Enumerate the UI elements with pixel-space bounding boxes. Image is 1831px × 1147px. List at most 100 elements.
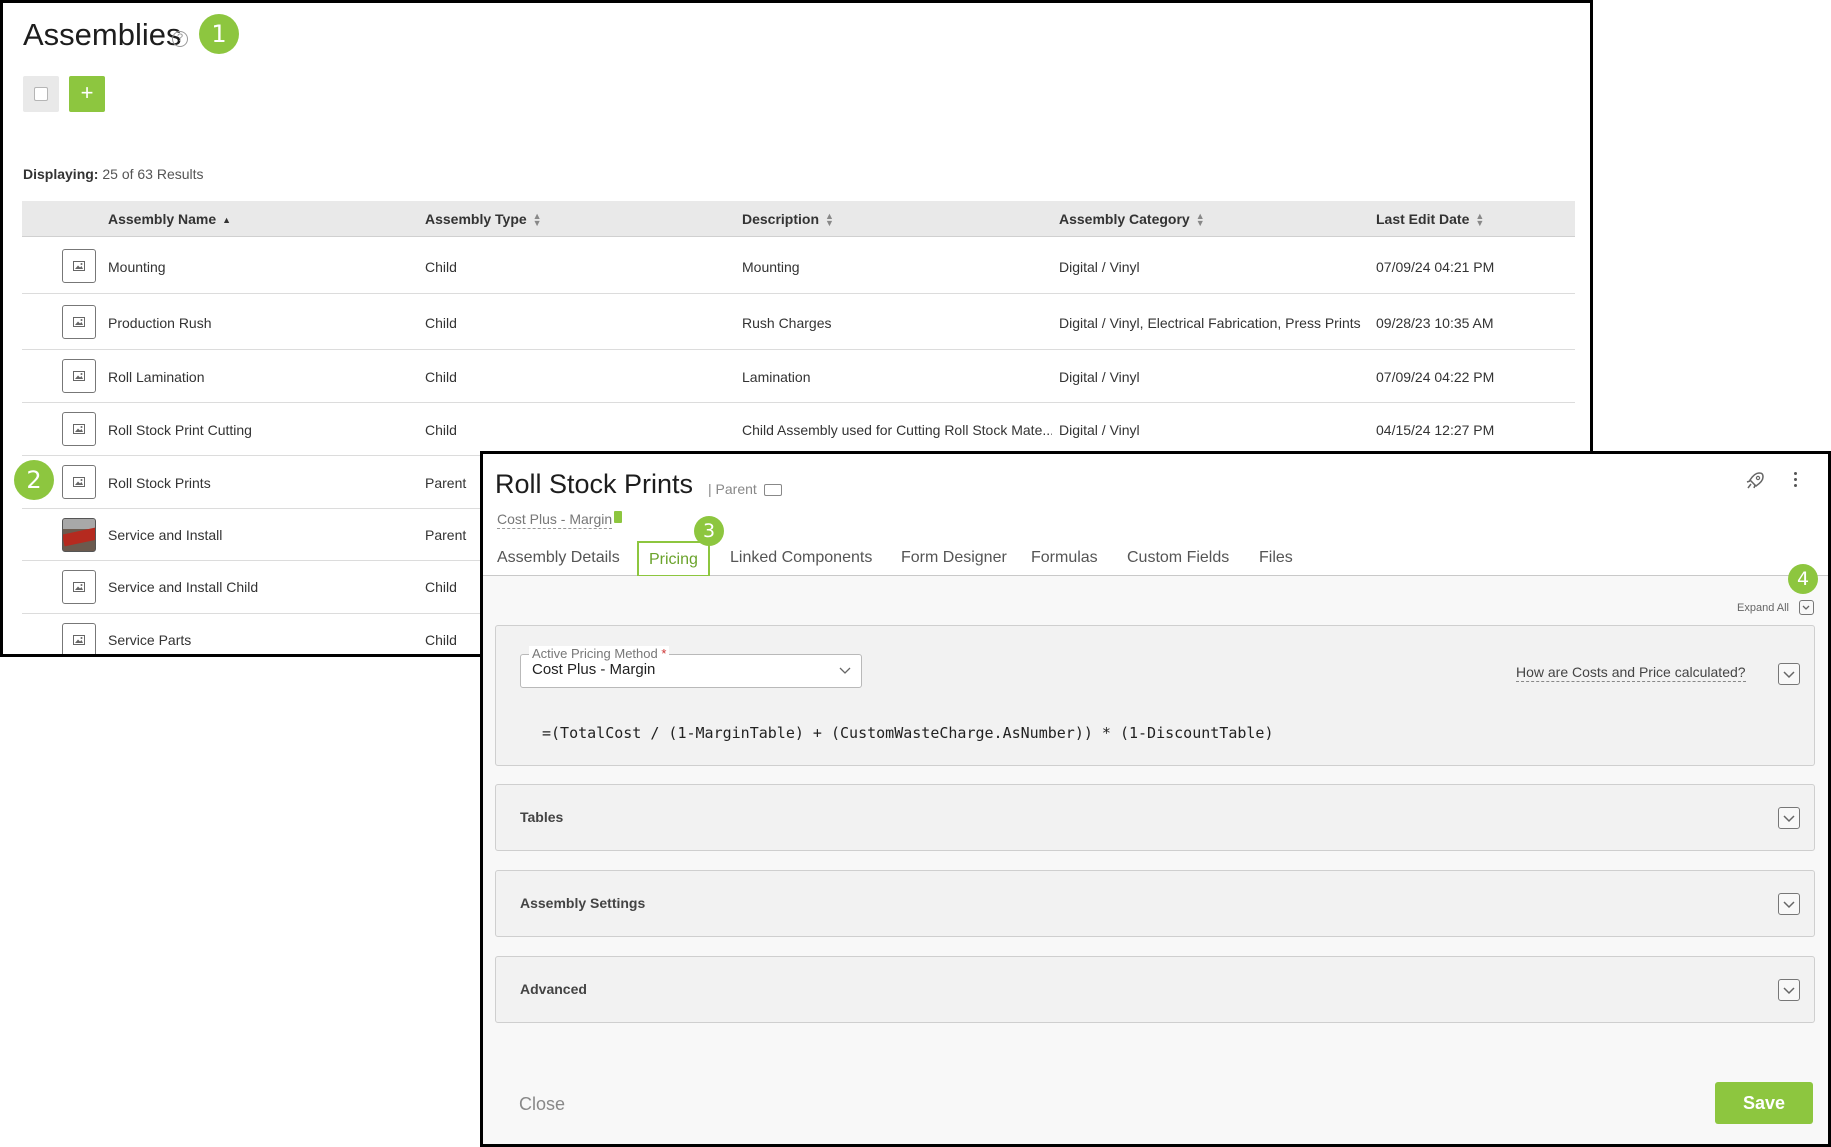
cell-last-edit-date: 07/09/24 04:21 PM <box>1376 259 1495 275</box>
tab-linked-components[interactable]: Linked Components <box>730 549 872 567</box>
cell-assembly-type: Child <box>425 632 457 648</box>
column-header-description[interactable]: Description ▲ ▼ <box>742 211 834 229</box>
cell-assembly-name[interactable]: Service Parts <box>108 632 191 648</box>
kebab-icon[interactable] <box>1794 472 1797 490</box>
cell-description: Rush Charges <box>742 315 832 331</box>
checkbox-icon <box>34 87 48 101</box>
table-header: Assembly Name ▲ Assembly Type ▲ ▼ Descripti… <box>22 201 1575 237</box>
cell-assembly-name[interactable]: Mounting <box>108 259 166 275</box>
cell-assembly-type: Child <box>425 259 457 275</box>
callout-badge-2: 2 <box>14 460 54 500</box>
sort-icon: ▲ ▼ <box>532 211 542 229</box>
cell-assembly-category: Digital / Vinyl <box>1059 259 1140 275</box>
page-title: Assemblies <box>23 17 182 52</box>
how-costs-calculated-link[interactable]: How are Costs and Price calculated? <box>1516 664 1746 682</box>
cell-assembly-category: Digital / Vinyl, Electrical Fabrication,… <box>1059 315 1361 331</box>
column-header-assembly-type[interactable]: Assembly Type ▲ ▼ <box>425 211 542 229</box>
image-placeholder-icon <box>62 412 96 446</box>
active-pricing-method-label: Active Pricing Method * <box>529 646 670 661</box>
callout-badge-4: 4 <box>1788 564 1818 594</box>
cell-last-edit-date: 09/28/23 10:35 AM <box>1376 315 1494 331</box>
displaying-value: 25 of 63 Results <box>102 166 204 182</box>
tab-files[interactable]: Files <box>1259 549 1293 567</box>
table-row[interactable]: Mounting Child Mounting Digital / Vinyl … <box>22 238 1575 294</box>
table-row[interactable]: Production Rush Child Rush Charges Digit… <box>22 295 1575 350</box>
calculator-icon <box>614 511 622 523</box>
cell-assembly-category: Digital / Vinyl <box>1059 422 1140 438</box>
expand-all-button[interactable]: Expand All <box>1737 602 1789 614</box>
add-assembly-button[interactable]: + <box>69 76 105 112</box>
column-header-assembly-category[interactable]: Assembly Category ▲ ▼ <box>1059 211 1205 229</box>
cell-description: Lamination <box>742 369 811 385</box>
chevron-down-icon[interactable] <box>1799 600 1814 615</box>
sort-icon: ▲ ▼ <box>825 211 834 229</box>
tab-assembly-details[interactable]: Assembly Details <box>497 549 620 567</box>
assembly-detail-window: Roll Stock Prints | Parent Cost Plus - M… <box>480 451 1831 1147</box>
column-header-assembly-name[interactable]: Assembly Name ▲ <box>108 211 231 227</box>
image-placeholder-icon <box>62 305 96 339</box>
chevron-down-icon[interactable] <box>1778 979 1800 1001</box>
assembly-settings-panel-title: Assembly Settings <box>520 895 646 911</box>
select-all-checkbox[interactable] <box>23 76 59 112</box>
detail-tabs: Assembly Details Pricing Linked Componen… <box>483 540 1828 577</box>
assembly-settings-panel[interactable]: Assembly Settings <box>495 870 1815 937</box>
tab-pricing[interactable]: Pricing <box>637 541 710 577</box>
pricing-method-panel: Active Pricing Method * Cost Plus - Marg… <box>495 625 1815 766</box>
assembly-photo-thumbnail <box>62 518 96 552</box>
cell-description: Child Assembly used for Cutting Roll Sto… <box>742 422 1052 438</box>
table-row[interactable]: Roll Lamination Child Lamination Digital… <box>22 351 1575 403</box>
assembly-type-label: | Parent <box>708 481 757 497</box>
active-pricing-method-value: Cost Plus - Margin <box>532 661 656 678</box>
detail-title: Roll Stock Prints <box>495 469 694 499</box>
pricing-formula: =(TotalCost / (1-MarginTable) + (CustomW… <box>542 724 1274 742</box>
displaying-label: Displaying: <box>23 166 99 182</box>
cell-assembly-name[interactable]: Service and Install <box>108 527 222 543</box>
tag-icon <box>764 484 782 496</box>
callout-badge-1: 1 <box>199 14 239 54</box>
cell-assembly-name[interactable]: Roll Stock Print Cutting <box>108 422 252 438</box>
table-row[interactable]: Roll Stock Print Cutting Child Child Ass… <box>22 404 1575 456</box>
chevron-down-icon[interactable] <box>1778 807 1800 829</box>
image-placeholder-icon <box>62 570 96 604</box>
cell-assembly-name[interactable]: Production Rush <box>108 315 212 331</box>
cell-assembly-type: Parent <box>425 475 467 491</box>
cell-assembly-type: Child <box>425 369 457 385</box>
advanced-panel-title: Advanced <box>520 981 587 997</box>
close-button[interactable]: Close <box>519 1094 565 1115</box>
cell-assembly-type: Child <box>425 422 457 438</box>
help-icon[interactable]: ? <box>172 31 188 47</box>
advanced-panel[interactable]: Advanced <box>495 956 1815 1023</box>
cell-assembly-name[interactable]: Roll Lamination <box>108 369 205 385</box>
image-placeholder-icon <box>62 623 96 654</box>
pricing-method-link[interactable]: Cost Plus - Margin <box>497 511 613 529</box>
chevron-down-icon[interactable] <box>1778 893 1800 915</box>
results-count: Displaying: 25 of 63 Results <box>23 166 204 182</box>
cell-last-edit-date: 04/15/24 12:27 PM <box>1376 422 1495 438</box>
tab-form-designer[interactable]: Form Designer <box>901 549 1007 567</box>
rocket-icon[interactable] <box>1745 471 1765 496</box>
callout-badge-3: 3 <box>694 516 724 546</box>
save-button[interactable]: Save <box>1715 1082 1813 1124</box>
tab-custom-fields[interactable]: Custom Fields <box>1127 549 1229 567</box>
chevron-down-icon <box>839 667 851 674</box>
cell-assembly-name[interactable]: Service and Install Child <box>108 579 258 595</box>
image-placeholder-icon <box>62 465 96 499</box>
cell-assembly-category: Digital / Vinyl <box>1059 369 1140 385</box>
sort-icon: ▲ ▼ <box>1195 211 1205 229</box>
cell-assembly-type: Child <box>425 315 457 331</box>
sort-icon: ▲ ▼ <box>1475 211 1485 229</box>
column-header-last-edit-date[interactable]: Last Edit Date ▲ ▼ <box>1376 211 1485 229</box>
chevron-down-icon[interactable] <box>1778 663 1800 685</box>
image-placeholder-icon <box>62 249 96 283</box>
cell-assembly-type: Child <box>425 579 457 595</box>
tab-formulas[interactable]: Formulas <box>1031 549 1098 567</box>
image-placeholder-icon <box>62 359 96 393</box>
pricing-content: Expand All Active Pricing Method * Cost … <box>483 576 1828 1144</box>
cell-assembly-name[interactable]: Roll Stock Prints <box>108 475 211 491</box>
tables-panel[interactable]: Tables <box>495 784 1815 851</box>
tables-panel-title: Tables <box>520 809 564 825</box>
active-pricing-method-select[interactable]: Active Pricing Method * Cost Plus - Marg… <box>520 646 862 688</box>
cell-description: Mounting <box>742 259 800 275</box>
cell-last-edit-date: 07/09/24 04:22 PM <box>1376 369 1495 385</box>
sort-asc-icon: ▲ <box>222 214 232 225</box>
